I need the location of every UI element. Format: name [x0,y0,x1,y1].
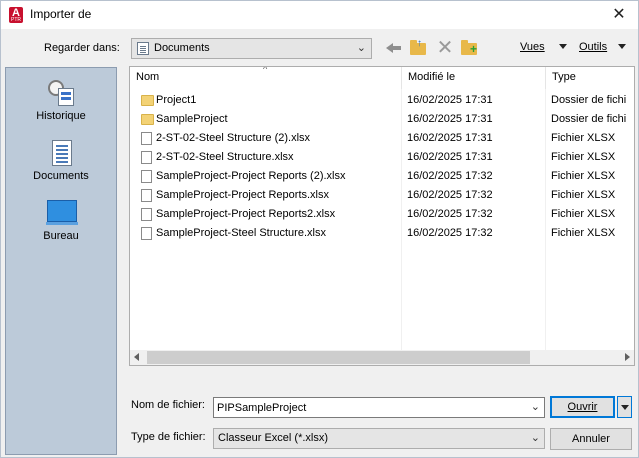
desktop-icon [46,200,78,225]
file-row[interactable]: SampleProject-Project Reports.xlsx 16/02/… [130,186,634,205]
views-label: Vues [520,41,545,53]
views-dropdown-icon[interactable] [559,44,567,49]
horizontal-scrollbar[interactable] [130,350,634,365]
file-icon [141,170,152,183]
folder-row[interactable]: Project1 16/02/2025 17:31 Dossier de fichi [130,91,634,110]
file-modified: 16/02/2025 17:31 [407,113,493,125]
file-row[interactable]: 2-ST-02-Steel Structure (2).xlsx 16/02/20… [130,129,634,148]
file-type: Fichier XLSX [551,132,616,144]
places-bar: Historique Documents Bureau [5,67,117,455]
place-label: Historique [36,110,86,122]
place-history[interactable]: Historique [6,74,116,130]
file-modified: 16/02/2025 17:31 [407,94,493,106]
file-type: Dossier de fichi [551,94,627,106]
window-title: Importer de [30,7,92,21]
up-folder-button[interactable]: ↑ [408,37,430,59]
file-modified: 16/02/2025 17:32 [407,227,493,239]
close-button[interactable]: ✕ [604,3,634,27]
chevron-down-icon[interactable]: ⌄ [531,400,540,413]
new-folder-button[interactable]: + [459,37,481,59]
folder-row[interactable]: SampleProject 16/02/2025 17:31 Dossier de … [130,110,634,129]
file-type: Fichier XLSX [551,170,616,182]
open-options-dropdown[interactable] [617,396,632,418]
file-icon [141,151,152,164]
file-type: Fichier XLSX [551,227,616,239]
file-name: SampleProject [156,113,228,125]
filetype-dropdown[interactable]: Classeur Excel (*.xlsx) ⌄ [213,428,545,449]
file-list[interactable]: Nom ^ Modifié le Type Project1 16/02/2025… [129,66,635,366]
tools-label: Outils [579,41,608,53]
scroll-left-icon[interactable] [134,353,139,361]
lookin-label: Regarder dans: [44,42,120,54]
lookin-dropdown[interactable]: Documents ⌄ [131,38,372,59]
plus-icon: + [470,42,478,56]
file-type: Dossier de fichi [551,113,627,125]
file-type: Fichier XLSX [551,189,616,201]
tools-menu[interactable]: Outils [579,41,607,53]
column-header-modified[interactable]: Modifié le [408,71,455,83]
history-icon [48,80,76,106]
file-list-header: Nom ^ Modifié le Type [130,67,634,89]
documents-folder-icon [137,42,149,55]
delete-button[interactable]: ✕ [434,37,456,59]
title-bar: A PTR Importer de ✕ [1,1,638,29]
file-icon [141,189,152,202]
file-name: SampleProject-Steel Structure.xlsx [156,227,326,239]
views-menu[interactable]: Vues [520,41,545,53]
app-logo-icon: A PTR [9,7,23,23]
file-name: Project1 [156,94,197,106]
file-icon [141,208,152,221]
file-icon [141,132,152,145]
folder-icon [141,95,154,106]
place-label: Bureau [43,230,79,242]
place-desktop[interactable]: Bureau [6,194,116,250]
back-button[interactable] [383,37,405,59]
file-type: Fichier XLSX [551,151,616,163]
filetype-value: Classeur Excel (*.xlsx) [218,432,329,444]
file-modified: 16/02/2025 17:32 [407,208,493,220]
scroll-thumb[interactable] [147,351,530,364]
file-row[interactable]: SampleProject-Project Reports (2).xlsx 16… [130,167,634,186]
file-name: SampleProject-Project Reports (2).xlsx [156,170,346,182]
chevron-down-icon: ⌄ [356,42,366,54]
filename-combo[interactable]: ⌄ [213,397,545,418]
tools-dropdown-icon[interactable] [618,44,626,49]
open-button[interactable]: Ouvrir [550,396,615,418]
cancel-button[interactable]: Annuler [550,428,632,450]
import-dialog: A PTR Importer de ✕ Regarder dans: Docum… [0,0,639,458]
file-modified: 16/02/2025 17:31 [407,132,493,144]
file-icon [141,227,152,240]
sort-ascending-icon: ^ [263,66,268,74]
file-name: 2-ST-02-Steel Structure.xlsx [156,151,294,163]
app-logo-sub: PTR [11,17,21,23]
column-header-type[interactable]: Type [552,71,576,83]
filename-input[interactable] [217,400,517,415]
file-type: Fichier XLSX [551,208,616,220]
file-row[interactable]: SampleProject-Project Reports2.xlsx 16/02… [130,205,634,224]
file-modified: 16/02/2025 17:31 [407,151,493,163]
filename-label: Nom de fichier: [131,399,205,411]
lookin-value: Documents [154,42,210,54]
file-name: 2-ST-02-Steel Structure (2).xlsx [156,132,311,144]
chevron-down-icon: ⌄ [530,432,540,444]
file-row[interactable]: 2-ST-02-Steel Structure.xlsx 16/02/2025 1… [130,148,634,167]
file-modified: 16/02/2025 17:32 [407,170,493,182]
filetype-label: Type de fichier: [131,431,206,443]
documents-icon [52,140,72,166]
open-label: Ouvrir [567,401,598,413]
place-label: Documents [33,170,89,182]
file-row[interactable]: SampleProject-Steel Structure.xlsx 16/02/… [130,224,634,243]
scroll-right-icon[interactable] [625,353,630,361]
column-header-name[interactable]: Nom [136,71,159,83]
place-documents[interactable]: Documents [6,134,116,190]
up-arrow-icon: ↑ [417,38,422,49]
file-name: SampleProject-Project Reports2.xlsx [156,208,336,220]
file-name: SampleProject-Project Reports.xlsx [156,189,330,201]
file-modified: 16/02/2025 17:32 [407,189,493,201]
folder-icon [141,114,154,125]
